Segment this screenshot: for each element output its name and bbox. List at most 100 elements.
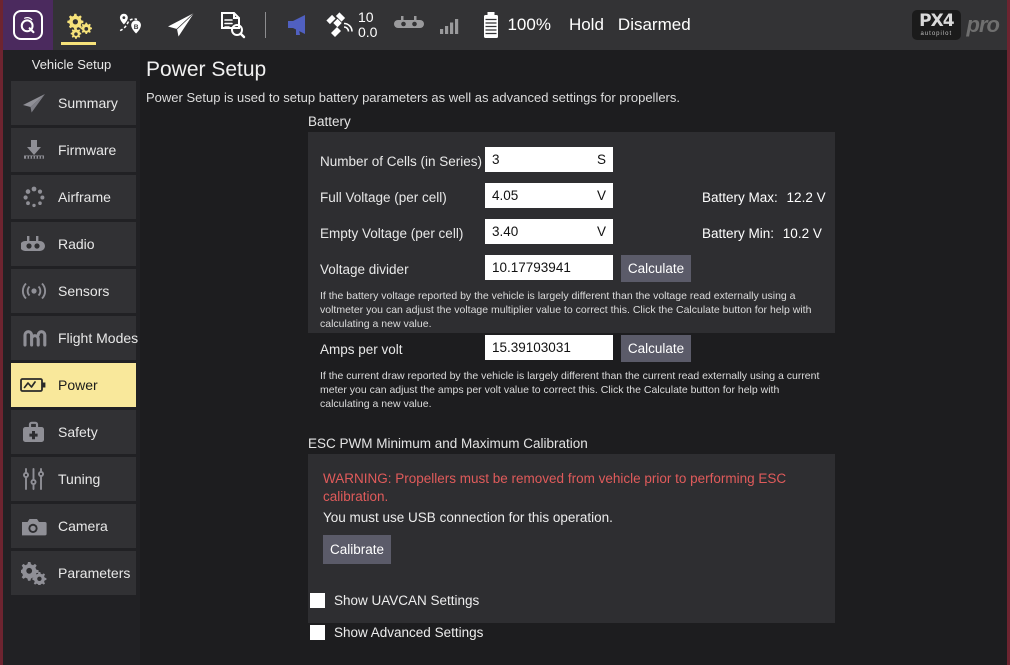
esc-usb-note: You must use USB connection for this ope…	[323, 510, 613, 525]
advanced-settings-checkbox-row[interactable]: Show Advanced Settings	[310, 625, 483, 640]
sidebar-label-sensors: Sensors	[58, 283, 109, 299]
esc-calibrate-button[interactable]: Calibrate	[323, 535, 391, 564]
analyze-document-icon	[217, 10, 247, 40]
sidebar-item-sensors[interactable]: Sensors	[11, 269, 136, 313]
battery-percent-label: 100%	[507, 15, 550, 35]
uavcan-settings-checkbox-row[interactable]: Show UAVCAN Settings	[310, 593, 479, 608]
sidebar-label-power: Power	[58, 377, 98, 393]
settings-gears-icon	[64, 11, 94, 39]
safety-kit-icon	[20, 419, 48, 445]
advanced-settings-label: Show Advanced Settings	[334, 625, 483, 640]
toolbar-analyze-button[interactable]	[206, 0, 257, 50]
full-voltage-unit: V	[597, 188, 606, 203]
parameters-gears-icon	[20, 560, 48, 586]
paper-plane-icon	[20, 90, 48, 116]
px4-autopilot-text: autopilot	[921, 31, 953, 37]
flight-modes-icon	[20, 325, 48, 351]
toolbar-divider	[265, 12, 266, 38]
battery-min-readout: Battery Min: 10.2 V	[702, 226, 822, 241]
sidebar-item-tuning[interactable]: Tuning	[11, 457, 136, 501]
sidebar-item-summary[interactable]: Summary	[11, 81, 136, 125]
app-window: B	[0, 0, 1010, 665]
camera-icon	[20, 513, 48, 539]
sidebar-label-firmware: Firmware	[58, 142, 116, 158]
full-voltage-value: 4.05	[492, 188, 597, 203]
toolbar-plan-button[interactable]: B	[104, 0, 155, 50]
sidebar-label-safety: Safety	[58, 424, 98, 440]
px4-brand-logo: PX4 autopilot pro	[912, 8, 999, 42]
voltage-divider-calculate-button[interactable]: Calculate	[621, 255, 691, 282]
full-voltage-input[interactable]: 4.05 V	[485, 183, 613, 208]
amps-calculate-button[interactable]: Calculate	[621, 335, 691, 362]
battery-min-value: 10.2 V	[783, 226, 822, 241]
px4-pro-text: pro	[967, 12, 999, 38]
battery-max-value: 12.2 V	[787, 190, 826, 205]
gps-values: 10 0.0	[358, 10, 377, 39]
svg-text:B: B	[134, 24, 139, 31]
sidebar-item-radio[interactable]: Radio	[11, 222, 136, 266]
gps-hdop-value: 0.0	[358, 25, 377, 40]
gps-status[interactable]: 10 0.0	[325, 0, 377, 50]
flight-mode-label[interactable]: Hold	[569, 15, 604, 35]
battery-max-label: Battery Max:	[702, 190, 778, 205]
toolbar-messages-button[interactable]	[274, 0, 325, 50]
px4-wordmark: PX4	[919, 13, 953, 30]
toolbar-signal-strength[interactable]	[433, 0, 467, 50]
cells-input[interactable]: 3 S	[485, 147, 613, 172]
empty-voltage-unit: V	[597, 224, 606, 239]
main-toolbar: B	[3, 0, 1007, 50]
sidebar-item-flight-modes[interactable]: Flight Modes	[11, 316, 136, 360]
page-title: Power Setup	[146, 58, 266, 82]
rc-controller-icon	[394, 15, 424, 35]
amps-help-text: If the current draw reported by the vehi…	[320, 370, 825, 412]
airframe-icon	[20, 184, 48, 210]
voltage-divider-value: 10.17793941	[492, 260, 606, 275]
qgroundcontrol-logo-icon	[13, 10, 43, 40]
cells-unit: S	[597, 152, 606, 167]
cells-value: 3	[492, 152, 597, 167]
empty-voltage-input[interactable]: 3.40 V	[485, 219, 613, 244]
battery-min-label: Battery Min:	[702, 226, 774, 241]
sidebar-label-summary: Summary	[58, 95, 118, 111]
plan-waypoints-icon: B	[114, 10, 145, 40]
voltage-divider-label: Voltage divider	[320, 262, 409, 277]
sensors-signal-icon	[20, 278, 48, 304]
amps-label: Amps per volt	[320, 342, 403, 357]
sidebar-label-tuning: Tuning	[58, 471, 100, 487]
sidebar-label-radio: Radio	[58, 236, 95, 252]
amps-per-volt-input[interactable]: 15.39103031	[485, 335, 613, 360]
amps-value: 15.39103031	[492, 340, 606, 355]
sidebar-item-safety[interactable]: Safety	[11, 410, 136, 454]
sidebar-item-firmware[interactable]: Firmware	[11, 128, 136, 172]
power-battery-icon	[20, 372, 48, 398]
battery-max-readout: Battery Max: 12.2 V	[702, 190, 826, 205]
battery-section-label: Battery	[308, 114, 351, 129]
voltage-divider-input[interactable]: 10.17793941	[485, 255, 613, 280]
power-setup-page: Power Setup Power Setup is used to setup…	[140, 50, 1007, 665]
uavcan-settings-checkbox[interactable]	[310, 593, 325, 608]
radio-controller-icon	[20, 231, 48, 257]
sidebar-label-parameters: Parameters	[58, 565, 130, 581]
toolbar-rc-button[interactable]	[385, 0, 433, 50]
toolbar-fly-button[interactable]	[155, 0, 206, 50]
battery-icon	[481, 11, 501, 39]
page-subtitle: Power Setup is used to setup battery par…	[146, 90, 680, 105]
sidebar-title: Vehicle Setup	[3, 50, 140, 79]
empty-voltage-label: Empty Voltage (per cell)	[320, 226, 463, 241]
esc-warning-text: WARNING: Propellers must be removed from…	[323, 470, 793, 506]
toolbar-settings-gears-button[interactable]	[53, 0, 104, 50]
battery-status[interactable]: 100%	[481, 11, 550, 39]
sidebar-item-power[interactable]: Power	[11, 363, 136, 407]
arm-status-label[interactable]: Disarmed	[618, 15, 691, 35]
qgroundcontrol-logo-button[interactable]	[3, 0, 53, 50]
sidebar-item-airframe[interactable]: Airframe	[11, 175, 136, 219]
esc-section-label: ESC PWM Minimum and Maximum Calibration	[308, 436, 588, 451]
voltage-help-text: If the battery voltage reported by the v…	[320, 290, 825, 332]
advanced-settings-checkbox[interactable]	[310, 625, 325, 640]
px4-badge: PX4 autopilot	[912, 10, 960, 40]
firmware-download-icon	[20, 137, 48, 163]
sidebar-item-camera[interactable]: Camera	[11, 504, 136, 548]
empty-voltage-value: 3.40	[492, 224, 597, 239]
full-voltage-label: Full Voltage (per cell)	[320, 190, 447, 205]
sidebar-item-parameters[interactable]: Parameters	[11, 551, 136, 595]
